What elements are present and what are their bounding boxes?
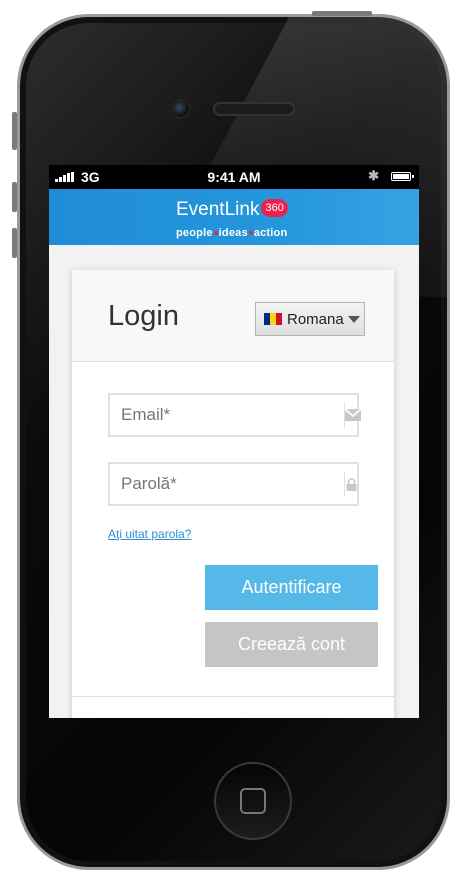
- volume-down-button: [12, 228, 17, 258]
- tagline: people ideas action: [176, 227, 287, 239]
- envelope-icon: [344, 402, 361, 428]
- tagline-word: ideas: [218, 227, 248, 239]
- app-header: EventLink 360 people ideas action: [49, 189, 419, 245]
- romania-flag-icon: [264, 313, 282, 325]
- battery-icon: [391, 172, 414, 181]
- forgot-password-link[interactable]: Aţi uitat parola?: [108, 527, 191, 541]
- card-divider: [72, 696, 394, 697]
- password-input[interactable]: [110, 463, 344, 505]
- logo-text: EventLink: [176, 199, 260, 220]
- password-field: [108, 462, 359, 506]
- language-select-value: Romana: [287, 310, 344, 328]
- earpiece-speaker: [213, 102, 295, 116]
- app-logo: EventLink 360: [176, 199, 288, 221]
- phone-screen: 3G 9:41 AM ✱ EventLink 360 people ideas act…: [49, 165, 419, 718]
- email-input[interactable]: [110, 394, 344, 436]
- login-card-header: Login Romana: [72, 270, 394, 362]
- page-title: Login: [108, 300, 179, 332]
- volume-up-button: [12, 182, 17, 212]
- tagline-dot: [248, 231, 253, 235]
- bluetooth-icon: ✱: [368, 168, 379, 183]
- tagline-word: people: [176, 227, 213, 239]
- logo-badge: 360: [261, 199, 288, 217]
- status-bar: 3G 9:41 AM ✱: [49, 165, 419, 189]
- status-time: 9:41 AM: [207, 169, 261, 185]
- home-button[interactable]: [214, 762, 292, 840]
- power-button: [312, 11, 372, 16]
- tagline-dot: [213, 231, 218, 235]
- create-account-button[interactable]: Creează cont: [205, 622, 378, 667]
- login-card: Login Romana Email* Aţi uitat parola? Au…: [72, 270, 394, 718]
- front-camera: [171, 99, 191, 119]
- email-field: [108, 393, 361, 437]
- language-select[interactable]: Romana: [255, 302, 365, 336]
- lock-icon: [344, 471, 357, 497]
- login-button[interactable]: Autentificare: [205, 565, 378, 610]
- home-square-icon: [240, 788, 266, 814]
- tagline-word: action: [253, 227, 288, 239]
- mute-switch: [12, 112, 17, 150]
- chevron-down-icon: [347, 315, 360, 323]
